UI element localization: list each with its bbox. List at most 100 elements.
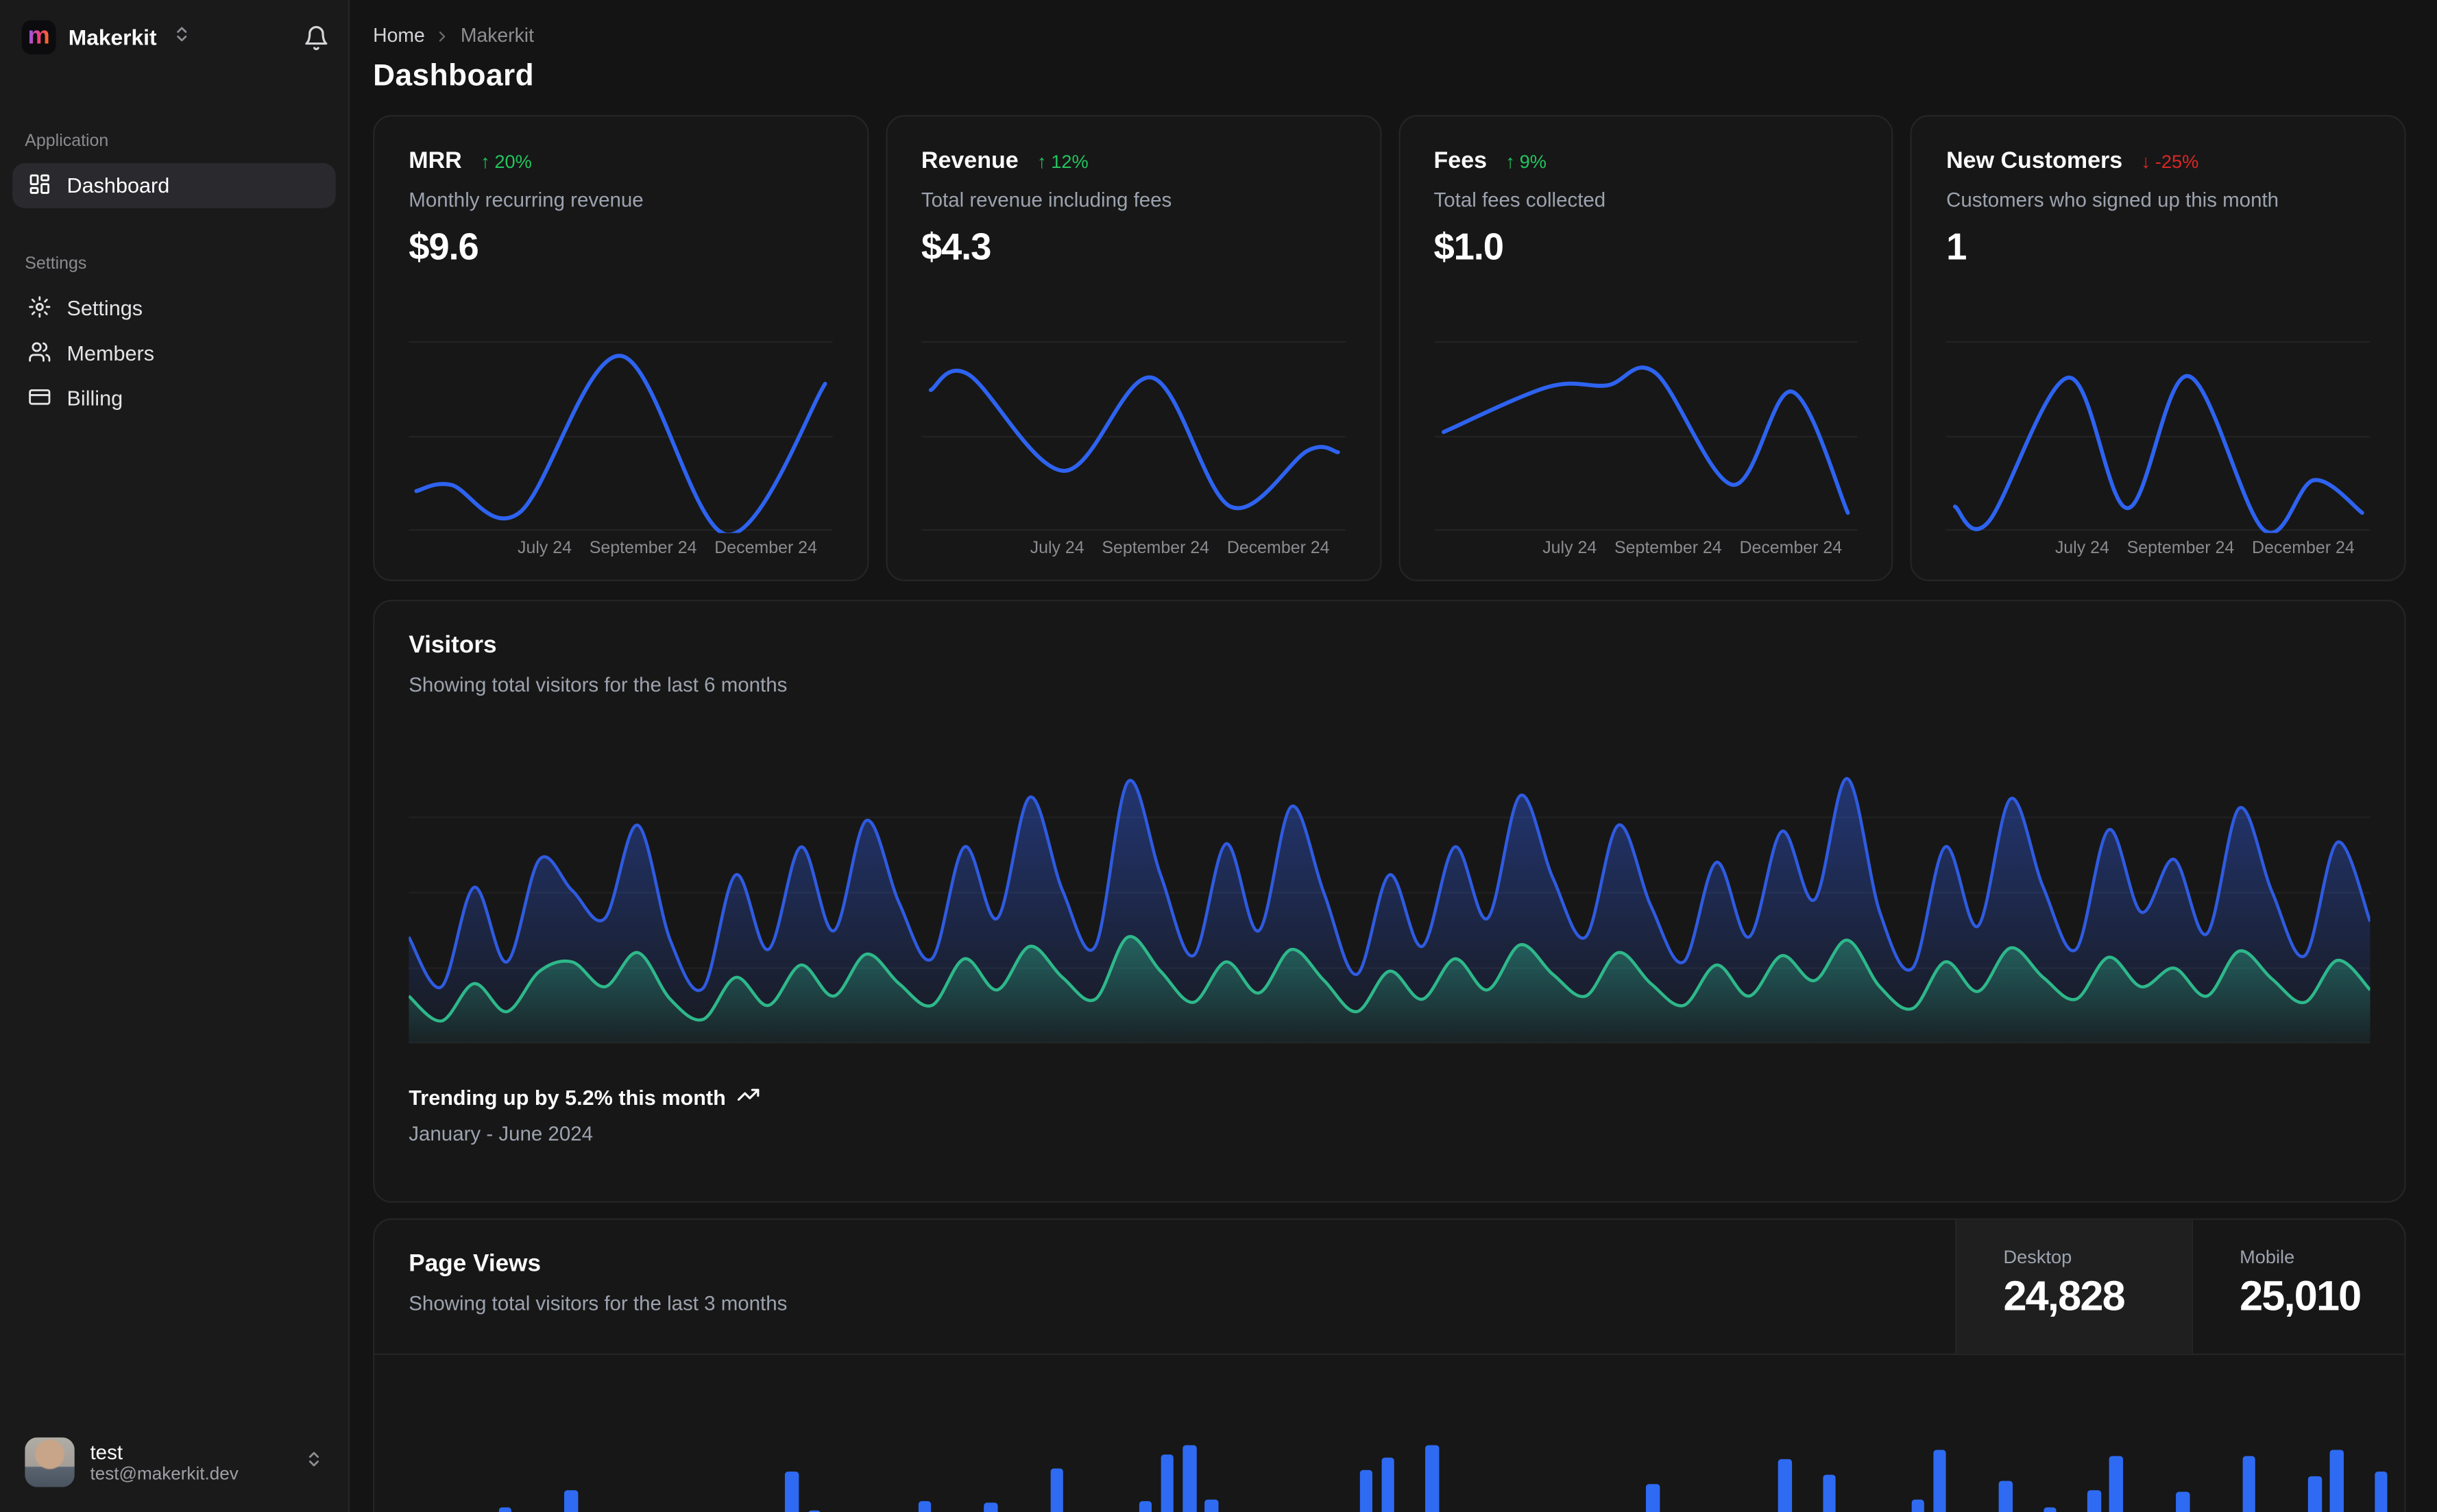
page-views-subtitle: Showing total visitors for the last 3 mo… [409, 1291, 788, 1315]
fees-sparkline-chart [1433, 341, 1858, 531]
visitors-card: Visitors Showing total visitors for the … [373, 600, 2406, 1203]
page-views-bar [1932, 1450, 1947, 1512]
chevrons-up-down-icon [304, 1448, 323, 1476]
desktop-value: 24,828 [2003, 1272, 2125, 1319]
arrow-down-icon: ↓ [2141, 149, 2150, 172]
page-views-bar [2043, 1507, 2057, 1512]
visitors-trend-text: Trending up by 5.2% this month [409, 1085, 726, 1109]
revenue-sparkline-chart [921, 341, 1346, 531]
page-views-bar [1911, 1499, 1925, 1512]
sidebar-item-label: Settings [66, 297, 143, 321]
page-views-bar [1204, 1499, 1218, 1512]
page-views-bar [1050, 1468, 1064, 1512]
visitors-period: January - June 2024 [409, 1121, 594, 1145]
page-views-bar [2087, 1490, 2101, 1512]
main-content: Home Makerkit Dashboard MRR ↑ 20% Monthly… [350, 0, 2437, 1512]
chevron-right-icon [434, 27, 451, 45]
trending-up-icon [737, 1083, 760, 1111]
nav-group-settings: Settings [25, 254, 87, 274]
avatar [25, 1437, 75, 1487]
page-views-bar [1161, 1454, 1174, 1512]
chevrons-up-down-icon [172, 23, 191, 51]
page-views-bar [564, 1490, 579, 1512]
stat-card-mrr: MRR ↑ 20% Monthly recurring revenue $9.6 … [373, 114, 869, 581]
credit-card-icon [28, 385, 51, 413]
new-customers-sparkline-chart [1946, 341, 2371, 533]
sidebar-item-label: Billing [66, 387, 123, 411]
x-axis-labels: July 24 September 24 December 24 [1030, 539, 1330, 558]
x-axis-labels: July 24 September 24 December 24 [1542, 539, 1843, 558]
stat-subtitle: Total fees collected [1433, 188, 1606, 212]
nav-group-application: Application [25, 132, 109, 151]
arrow-up-icon: ↑ [1505, 149, 1515, 172]
toggle-mobile[interactable]: Mobile 25,010 [2191, 1219, 2405, 1354]
stat-cards-row: MRR ↑ 20% Monthly recurring revenue $9.6 … [373, 114, 2406, 581]
stat-delta-badge: ↑ 12% [1036, 149, 1089, 172]
page-views-bar [1778, 1459, 1792, 1512]
page-views-bar [785, 1472, 799, 1512]
workspace-name: Makerkit [68, 25, 157, 50]
stat-card-revenue: Revenue ↑ 12% Total revenue including fee… [885, 114, 1381, 581]
page-views-bar [1183, 1445, 1196, 1512]
page-views-bar [2109, 1456, 2123, 1512]
page-views-card: Page Views Showing total visitors for th… [373, 1218, 2406, 1512]
visitors-title: Visitors [409, 632, 497, 659]
desktop-label: Desktop [2003, 1246, 2072, 1269]
page-views-title: Page Views [409, 1251, 542, 1278]
page-views-bar [1999, 1480, 2013, 1512]
toggle-desktop[interactable]: Desktop 24,828 [1955, 1219, 2192, 1354]
page-views-bar [1381, 1457, 1395, 1512]
stat-delta-badge: ↓ -25% [2141, 149, 2199, 172]
stat-title: Fees [1433, 147, 1488, 174]
workspace-switcher[interactable]: m Makerkit [0, 0, 348, 55]
sidebar-item-dashboard[interactable]: Dashboard [12, 163, 336, 208]
visitors-subtitle: Showing total visitors for the last 6 mo… [409, 672, 788, 696]
page-views-bar [1138, 1501, 1152, 1512]
sidebar: m Makerkit Application Dashboard Setting… [0, 0, 350, 1512]
page-views-bar [984, 1502, 997, 1512]
sidebar-item-billing[interactable]: Billing [12, 376, 336, 422]
breadcrumb-current: Makerkit [460, 25, 534, 47]
breadcrumb-home-link[interactable]: Home [373, 25, 425, 47]
mobile-value: 25,010 [2240, 1272, 2362, 1319]
stat-title: Revenue [921, 147, 1019, 174]
stat-delta-badge: ↑ 20% [480, 149, 532, 172]
page-views-bar [2308, 1476, 2322, 1512]
page-views-bar [2176, 1491, 2190, 1512]
app-window: m Makerkit Application Dashboard Setting… [0, 0, 2437, 1512]
arrow-up-icon: ↑ [1036, 149, 1047, 172]
sidebar-item-label: Dashboard [66, 173, 170, 197]
dashboard-icon [28, 172, 51, 200]
page-views-bar [1359, 1470, 1373, 1512]
sidebar-item-label: Members [66, 341, 155, 365]
page-views-bar [1646, 1484, 1660, 1512]
users-icon [28, 339, 51, 367]
page-views-bar [498, 1507, 512, 1512]
stat-delta-badge: ↑ 9% [1505, 149, 1547, 172]
user-email: test@makerkit.dev [90, 1465, 239, 1485]
page-title: Dashboard [373, 59, 535, 94]
bell-icon[interactable] [303, 24, 330, 51]
stat-title: MRR [409, 147, 462, 174]
sidebar-item-settings[interactable]: Settings [12, 286, 336, 331]
stat-value: 1 [1946, 227, 1967, 269]
page-views-bar [1822, 1474, 1836, 1512]
visitors-area-chart [409, 777, 2371, 1044]
stat-card-fees: Fees ↑ 9% Total fees collected $1.0 July … [1398, 114, 1894, 581]
user-name: test [90, 1440, 123, 1464]
page-views-bar [2374, 1472, 2388, 1512]
arrow-up-icon: ↑ [480, 149, 490, 172]
stat-value: $9.6 [409, 227, 479, 269]
x-axis-labels: July 24 September 24 December 24 [517, 539, 817, 558]
page-views-bar [2242, 1456, 2255, 1512]
x-axis-labels: July 24 September 24 December 24 [2054, 539, 2355, 558]
mobile-label: Mobile [2240, 1246, 2295, 1269]
breadcrumb: Home Makerkit [373, 25, 2406, 47]
stat-value: $4.3 [921, 227, 992, 269]
page-views-bar [2330, 1450, 2344, 1512]
stat-subtitle: Total revenue including fees [921, 188, 1172, 212]
sidebar-item-members[interactable]: Members [12, 331, 336, 376]
stat-title: New Customers [1946, 147, 2123, 174]
gear-icon [28, 295, 51, 323]
user-menu[interactable]: test test@makerkit.dev [12, 1425, 336, 1500]
